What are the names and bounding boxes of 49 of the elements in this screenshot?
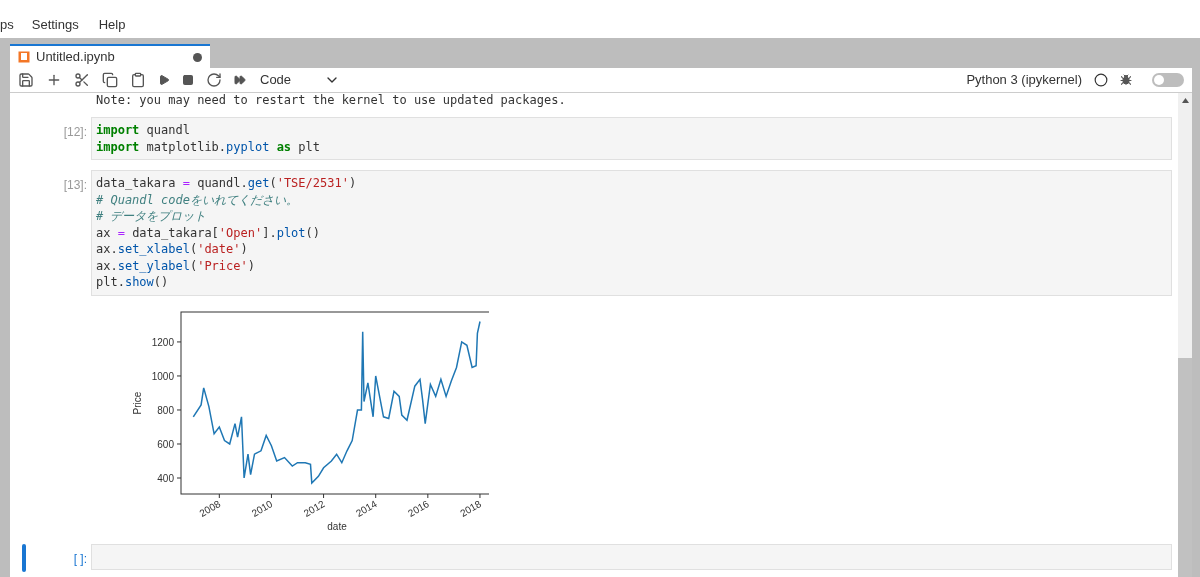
cut-icon[interactable] [74, 72, 90, 88]
code-line: data_takara = quandl.get('TSE/2531') [96, 175, 358, 192]
y-axis-label: Price [132, 391, 143, 414]
y-tick-label: 800 [157, 404, 174, 416]
add-cell-icon[interactable] [46, 72, 62, 88]
scrollbar[interactable] [1178, 93, 1192, 577]
x-tick-label: 2014 [353, 497, 379, 519]
cell-prompt: [13]: [62, 177, 88, 194]
bug-icon[interactable] [1120, 74, 1132, 86]
output-text: Note: you may need to restart the kernel to use updated packages. [96, 93, 566, 107]
copy-icon[interactable] [102, 72, 118, 88]
y-tick-label: 1000 [151, 370, 174, 382]
menu-item[interactable]: ps [0, 14, 14, 34]
code-line: # Quandl codeをいれてください。 [96, 191, 299, 208]
code-line: # データをプロット [96, 208, 208, 225]
toggle-switch[interactable] [1152, 73, 1184, 87]
code-line: plt.show() [96, 274, 170, 291]
notebook-icon [18, 51, 30, 63]
code-line: import matplotlib.pyplot as plt [96, 138, 321, 155]
notebook-tab[interactable]: Untitled.ipynb [10, 44, 210, 68]
run-icon[interactable] [158, 74, 170, 86]
code-line: import quandl [96, 122, 191, 139]
y-tick-label: 600 [157, 438, 174, 450]
x-tick-label: 2010 [249, 497, 275, 519]
code-editor[interactable]: import quandl import matplotlib.pyplot as plt [91, 117, 1172, 160]
paste-icon[interactable] [130, 72, 146, 88]
cell-prompt: [ ]: [72, 550, 88, 568]
scroll-up-icon[interactable] [1181, 98, 1189, 103]
kernel-name[interactable]: Python 3 (ipykernel) [966, 70, 1082, 90]
x-axis-label: date [327, 520, 347, 532]
code-editor[interactable]: data_takara = quandl.get('TSE/2531') # Quandl codeをいれてください。 # データをプロット ax = data_takara['Open'].plot() ax.set_xlabel('date') ax.set_ylabel('Price') plt.show() [91, 170, 1172, 296]
menu-item[interactable]: Settings [31, 14, 79, 34]
restart-icon[interactable] [206, 72, 222, 88]
menu-item[interactable]: Help [98, 14, 126, 34]
x-tick-label: 2012 [301, 497, 327, 519]
x-tick-label: 2016 [406, 497, 431, 519]
code-line: ax = data_takara['Open'].plot() [96, 224, 321, 241]
cell-prompt: [12]: [62, 124, 88, 141]
kernel-status-icon [1094, 73, 1108, 87]
code-line: ax.set_ylabel('Price') [96, 257, 256, 274]
save-icon[interactable] [18, 72, 34, 88]
y-tick-label: 400 [157, 472, 174, 484]
stop-icon[interactable] [182, 74, 194, 86]
fast-forward-icon[interactable] [234, 74, 246, 86]
code-line: ax.set_xlabel('date') [96, 241, 249, 258]
cell-type-dropdown[interactable]: Code [260, 70, 340, 90]
x-tick-label: 2008 [197, 497, 223, 519]
y-tick-label: 1200 [151, 336, 174, 348]
x-tick-label: 2018 [458, 497, 483, 519]
